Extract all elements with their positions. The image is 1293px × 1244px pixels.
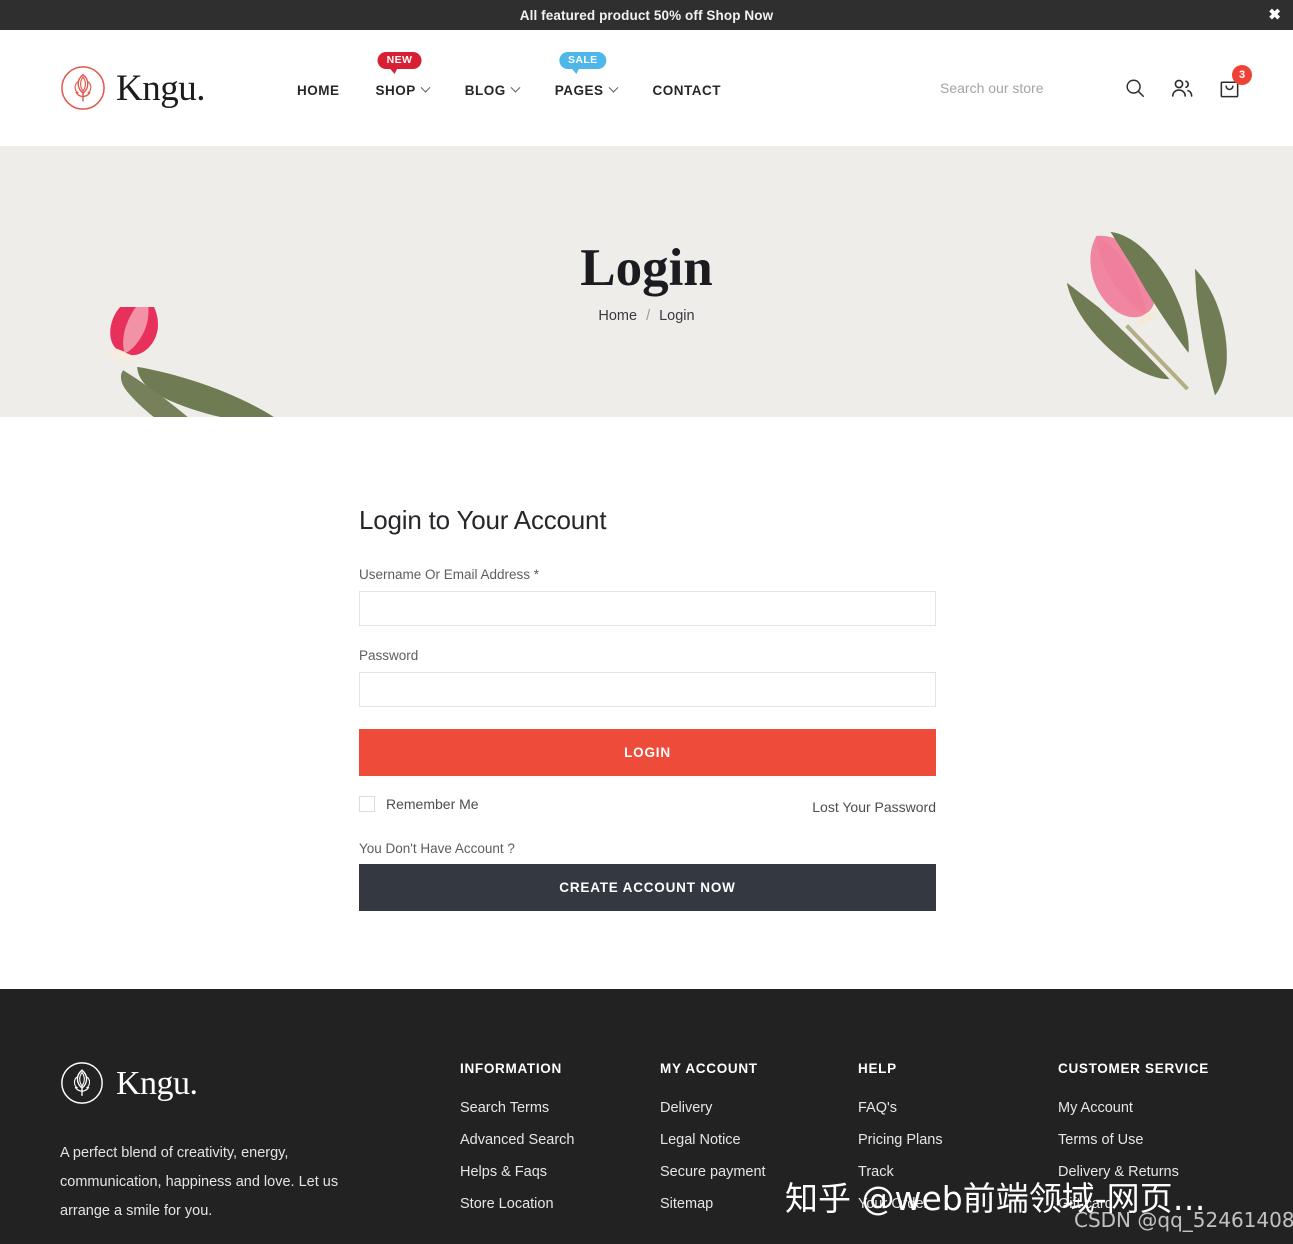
search-input[interactable] [940, 80, 1100, 96]
login-form: Login to Your Account Username Or Email … [359, 505, 936, 911]
footer-link-list: FAQ's Pricing Plans Track Your Order [858, 1100, 1058, 1212]
remember-me-control[interactable]: Remember Me [359, 795, 479, 812]
username-input[interactable] [359, 591, 936, 626]
footer-brand-block: Kngu. A perfect blend of creativity, ene… [60, 1061, 460, 1228]
search-icon[interactable] [1124, 77, 1146, 99]
footer-column-title: MY ACCOUNT [660, 1061, 758, 1076]
footer-content: Kngu. A perfect blend of creativity, ene… [0, 1061, 1293, 1228]
footer-link[interactable]: Advanced Search [460, 1132, 660, 1148]
nav-badge-new: NEW [377, 51, 422, 74]
nav-item-pages[interactable]: SALE PAGES [537, 51, 635, 98]
chevron-down-icon [420, 82, 431, 93]
footer-link[interactable]: Delivery [660, 1100, 858, 1116]
breadcrumb: Home / Login [598, 308, 694, 324]
footer-link[interactable]: Search Terms [460, 1100, 660, 1116]
close-icon[interactable]: ✖ [1268, 8, 1281, 23]
site-footer: Kngu. A perfect blend of creativity, ene… [0, 989, 1293, 1244]
login-section: Login to Your Account Username Or Email … [0, 417, 1293, 989]
footer-link[interactable]: Store Location [460, 1196, 660, 1212]
password-label: Password [359, 648, 419, 663]
remember-row: Remember Me Lost Your Password [359, 792, 936, 815]
password-input[interactable] [359, 672, 936, 707]
header-actions: 3 [940, 64, 1273, 100]
footer-link[interactable]: Gift card [1058, 1196, 1258, 1212]
footer-column-information: INFORMATION Search Terms Advanced Search… [460, 1061, 660, 1228]
nav-item-blog[interactable]: BLOG [447, 82, 537, 98]
users-icon[interactable] [1170, 76, 1194, 100]
nav-item-home[interactable]: HOME [279, 83, 358, 98]
page-banner: Login Home / Login [0, 146, 1293, 417]
footer-link[interactable]: Legal Notice [660, 1132, 858, 1148]
footer-link[interactable]: Sitemap [660, 1196, 858, 1212]
nav-item-shop[interactable]: NEW SHOP [357, 51, 446, 98]
no-account-text: You Don't Have Account ? [359, 841, 515, 856]
footer-link[interactable]: Delivery & Returns [1058, 1164, 1258, 1180]
footer-link[interactable]: Helps & Faqs [460, 1164, 660, 1180]
footer-description: A perfect blend of creativity, energy, c… [60, 1145, 339, 1219]
login-heading: Login to Your Account [359, 505, 607, 535]
footer-link-list: Search Terms Advanced Search Helps & Faq… [460, 1100, 660, 1212]
footer-brand-name: Kngu. [116, 1065, 198, 1102]
footer-column-title: HELP [858, 1061, 897, 1076]
tulip-decoration-right-icon [963, 168, 1293, 417]
footer-logo[interactable]: Kngu. [60, 1061, 460, 1107]
footer-link[interactable]: FAQ's [858, 1100, 1058, 1116]
main-navigation: HOME NEW SHOP BLOG SALE PAGES CONTACT [279, 30, 739, 146]
brand-logo[interactable]: Kngu. [60, 65, 205, 111]
cart-count-badge: 3 [1232, 64, 1252, 85]
rose-emblem-icon [60, 1061, 106, 1107]
nav-badge-sale: SALE [558, 51, 607, 74]
footer-link-list: My Account Terms of Use Delivery & Retur… [1058, 1100, 1258, 1212]
footer-link[interactable]: Terms of Use [1058, 1132, 1258, 1148]
remember-me-checkbox[interactable] [359, 795, 375, 812]
site-header: Kngu. HOME NEW SHOP BLOG SALE PAGES CONT… [0, 30, 1293, 146]
shopping-bag-icon[interactable]: 3 [1218, 64, 1252, 100]
nav-label: PAGES [554, 82, 604, 98]
footer-column-title: INFORMATION [460, 1061, 562, 1076]
username-label: Username Or Email Address * [359, 567, 540, 582]
footer-link[interactable]: My Account [1058, 1100, 1258, 1116]
brand-name: Kngu. [116, 67, 205, 109]
footer-link-list: Delivery Legal Notice Secure payment Sit… [660, 1100, 858, 1212]
chevron-down-icon [608, 82, 618, 93]
announcement-bar: All featured product 50% off Shop Now ✖ [0, 0, 1293, 30]
footer-column-customer-service: CUSTOMER SERVICE My Account Terms of Use… [1058, 1061, 1258, 1228]
breadcrumb-home[interactable]: Home [598, 308, 637, 324]
nav-label: HOME [296, 82, 340, 98]
footer-link[interactable]: Your Order [858, 1196, 1058, 1212]
footer-link[interactable]: Secure payment [660, 1164, 858, 1180]
login-button[interactable]: LOGIN [359, 729, 936, 776]
remember-me-label: Remember Me [386, 795, 479, 812]
nav-badge-new-label: NEW [386, 53, 413, 66]
lost-password-link[interactable]: Lost Your Password [812, 799, 936, 815]
nav-label: CONTACT [652, 82, 722, 98]
nav-label: SHOP [375, 82, 416, 98]
chevron-down-icon [510, 82, 521, 93]
breadcrumb-current: Login [659, 307, 695, 324]
page-title: Login [580, 239, 713, 298]
announcement-text: All featured product 50% off Shop Now [519, 7, 774, 23]
nav-label: BLOG [464, 82, 506, 98]
nav-badge-sale-label: SALE [567, 53, 598, 66]
footer-link[interactable]: Pricing Plans [858, 1132, 1058, 1148]
tulip-decoration-left-icon [30, 295, 310, 417]
footer-link[interactable]: Track [858, 1164, 1058, 1180]
nav-item-contact[interactable]: CONTACT [635, 83, 740, 98]
footer-column-my-account: MY ACCOUNT Delivery Legal Notice Secure … [660, 1061, 858, 1228]
breadcrumb-separator: / [646, 307, 651, 324]
create-account-button[interactable]: CREATE ACCOUNT NOW [359, 864, 936, 911]
footer-column-title: CUSTOMER SERVICE [1058, 1061, 1209, 1076]
rose-emblem-icon [60, 65, 106, 111]
footer-column-help: HELP FAQ's Pricing Plans Track Your Orde… [858, 1061, 1058, 1228]
